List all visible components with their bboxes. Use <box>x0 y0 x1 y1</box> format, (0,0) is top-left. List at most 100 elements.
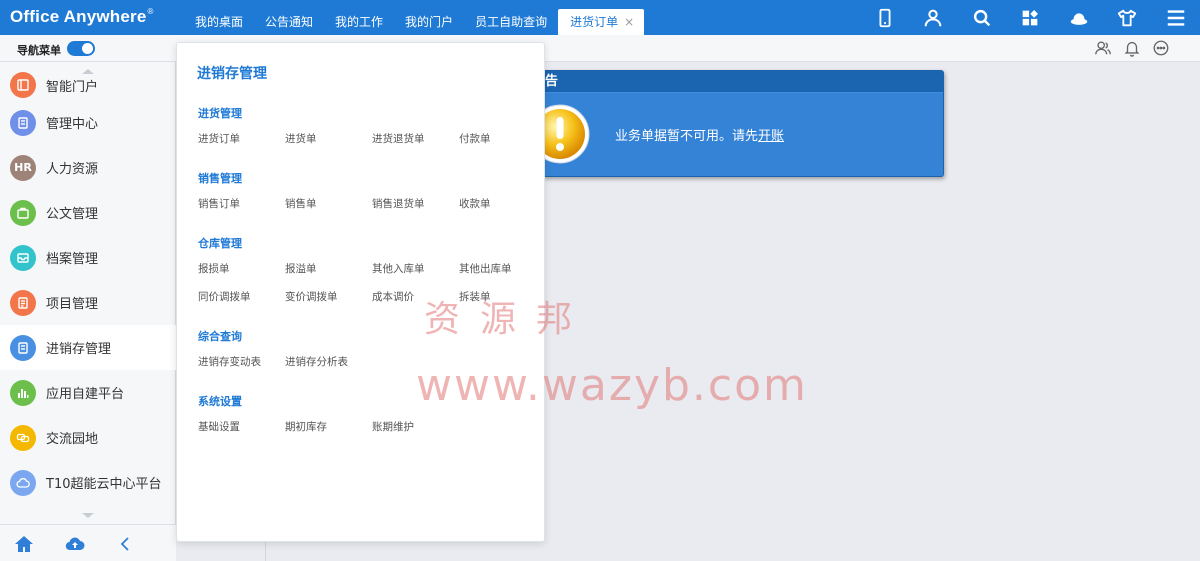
menu-link-loss-report[interactable]: 报损单 <box>198 262 285 277</box>
chat-bubble-icon <box>10 424 36 451</box>
cloud-icon <box>10 469 36 496</box>
project-icon <box>10 289 36 316</box>
menu-link-basic-settings[interactable]: 基础设置 <box>198 420 285 435</box>
menu-link-purchase-order[interactable]: 进货订单 <box>198 132 285 147</box>
nav-menu-toggle[interactable] <box>67 41 95 56</box>
menu-icon[interactable] <box>1152 0 1200 35</box>
inventory-icon <box>10 334 36 361</box>
sidebar-item-label: 档案管理 <box>46 252 99 267</box>
shirt-icon[interactable] <box>1103 0 1152 35</box>
menu-link-assembly[interactable]: 拆装单 <box>459 290 546 305</box>
briefcase-icon <box>10 199 36 226</box>
collapse-icon[interactable] <box>114 534 136 554</box>
cloud-hat-icon[interactable] <box>1055 0 1104 35</box>
sidebar-item-t10-cloud[interactable]: T10超能云中心平台 <box>0 460 176 505</box>
section-title: 综合查询 <box>198 330 242 343</box>
sidebar-item-official-documents[interactable]: 公文管理 <box>0 190 176 235</box>
menu-link-payment[interactable]: 付款单 <box>459 132 546 147</box>
home-icon[interactable] <box>13 534 35 554</box>
contacts-icon[interactable] <box>1094 39 1112 57</box>
alert-body: 业务单据暂不可用。请先开账 <box>543 93 943 176</box>
tab-my-work[interactable]: 我的工作 <box>324 9 394 35</box>
menu-link-overflow-report[interactable]: 报溢单 <box>285 262 372 277</box>
menu-link-sales-invoice[interactable]: 销售单 <box>285 197 372 212</box>
chart-icon <box>10 379 36 406</box>
search-icon[interactable] <box>958 0 1007 35</box>
panel-title: 进销存管理 <box>197 66 267 82</box>
cloud-upload-icon[interactable] <box>64 534 86 554</box>
sidebar-item-community[interactable]: 交流园地 <box>0 415 176 460</box>
menu-link-sales-order[interactable]: 销售订单 <box>198 197 285 212</box>
section-queries: 综合查询 进销存变动表 进销存分析表 <box>198 328 546 370</box>
sidebar-item-app-builder[interactable]: 应用自建平台 <box>0 370 176 415</box>
tab-announcements[interactable]: 公告通知 <box>254 9 324 35</box>
section-title: 仓库管理 <box>198 237 242 250</box>
section-warehouse: 仓库管理 报损单 报溢单 其他入库单 其他出库单 同价调拨单 变价调拨单 成本调… <box>198 235 546 305</box>
section-title: 系统设置 <box>198 395 242 408</box>
bell-icon[interactable] <box>1123 39 1141 57</box>
nav-menu-label: 导航菜单 <box>17 44 61 57</box>
alert-title: 告 <box>543 71 943 93</box>
sidebar-item-smart-portal[interactable]: 智能门户 <box>0 70 176 100</box>
sidebar-item-label: 进销存管理 <box>46 342 112 357</box>
menu-link-cost-adjustment[interactable]: 成本调价 <box>372 290 459 305</box>
tab-purchase-order[interactable]: 进货订单 × <box>558 9 645 35</box>
sidebar-item-human-resources[interactable]: HR 人力资源 <box>0 145 176 190</box>
section-title: 进货管理 <box>198 107 242 120</box>
sidebar-menu: 智能门户 管理中心 HR 人力资源 公文管理 档案管理 项目管理 进销存管理 应 <box>0 70 176 505</box>
document-icon <box>10 109 36 136</box>
scroll-down-arrow[interactable] <box>80 512 96 520</box>
tab-label: 进货订单 <box>570 15 619 29</box>
sidebar-item-label: 智能门户 <box>46 79 99 95</box>
menu-link-price-change-transfer[interactable]: 变价调拨单 <box>285 290 372 305</box>
alert-dialog: 告 业务单据暂不可用。请先开账 <box>542 70 944 177</box>
menu-link-inventory-changes[interactable]: 进销存变动表 <box>198 355 285 370</box>
user-icon[interactable] <box>909 0 958 35</box>
warning-icon <box>543 104 590 164</box>
menu-link-purchase-return[interactable]: 进货退货单 <box>372 132 459 147</box>
tab-my-portal[interactable]: 我的门户 <box>394 9 464 35</box>
sidebar-item-label: T10超能云中心平台 <box>46 477 162 492</box>
section-sales: 销售管理 销售订单 销售单 销售退货单 收款单 <box>198 170 546 212</box>
archive-icon <box>10 244 36 271</box>
sidebar-item-label: 项目管理 <box>46 297 99 312</box>
tab-employee-self-service[interactable]: 员工自助查询 <box>464 9 558 35</box>
app-logo[interactable]: Office Anywhere® <box>10 7 154 27</box>
sidebar-item-projects[interactable]: 项目管理 <box>0 280 176 325</box>
menu-link-other-inbound[interactable]: 其他入库单 <box>372 262 459 277</box>
menu-link-opening-inventory[interactable]: 期初库存 <box>285 420 372 435</box>
portal-icon <box>10 72 36 98</box>
menu-link-receipt[interactable]: 收款单 <box>459 197 546 212</box>
sidebar-item-archives[interactable]: 档案管理 <box>0 235 176 280</box>
section-title: 销售管理 <box>198 172 242 185</box>
section-purchase: 进货管理 进货订单 进货单 进货退货单 付款单 <box>198 105 546 147</box>
sidebar-item-label: 人力资源 <box>46 162 99 177</box>
inventory-menu-panel: 进销存管理 进货管理 进货订单 进货单 进货退货单 付款单 销售管理 销售订单 … <box>176 42 545 542</box>
menu-link-other-outbound[interactable]: 其他出库单 <box>459 262 546 277</box>
sidebar-item-label: 应用自建平台 <box>46 387 125 402</box>
menu-link-same-price-transfer[interactable]: 同价调拨单 <box>198 290 285 305</box>
open-account-link[interactable]: 开账 <box>758 129 784 144</box>
sidebar-footer <box>0 524 176 561</box>
sidebar-item-label: 公文管理 <box>46 207 99 222</box>
section-settings: 系统设置 基础设置 期初库存 账期维护 <box>198 393 546 435</box>
hr-icon: HR <box>10 154 36 181</box>
top-bar: Office Anywhere® 我的桌面 公告通知 我的工作 我的门户 员工自… <box>0 0 1200 35</box>
sidebar-item-label: 交流园地 <box>46 432 99 447</box>
alert-message: 业务单据暂不可用。请先开账 <box>615 125 784 144</box>
menu-link-sales-return[interactable]: 销售退货单 <box>372 197 459 212</box>
mobile-icon[interactable] <box>861 0 910 35</box>
menu-link-period-maintenance[interactable]: 账期维护 <box>372 420 459 435</box>
sidebar: 智能门户 管理中心 HR 人力资源 公文管理 档案管理 项目管理 进销存管理 应 <box>0 62 176 561</box>
close-icon[interactable]: × <box>624 15 634 29</box>
alert-message-text: 业务单据暂不可用。请先 <box>615 129 759 144</box>
sidebar-item-inventory[interactable]: 进销存管理 <box>0 325 176 370</box>
sidebar-item-label: 管理中心 <box>46 117 99 132</box>
chat-icon[interactable] <box>1152 39 1170 57</box>
tab-my-desktop[interactable]: 我的桌面 <box>184 9 254 35</box>
menu-link-purchase-receipt[interactable]: 进货单 <box>285 132 372 147</box>
menu-link-inventory-analysis[interactable]: 进销存分析表 <box>285 355 372 370</box>
sidebar-item-management-center[interactable]: 管理中心 <box>0 100 176 145</box>
tab-bar: 我的桌面 公告通知 我的工作 我的门户 员工自助查询 进货订单 × <box>184 9 645 35</box>
apps-icon[interactable] <box>1006 0 1055 35</box>
